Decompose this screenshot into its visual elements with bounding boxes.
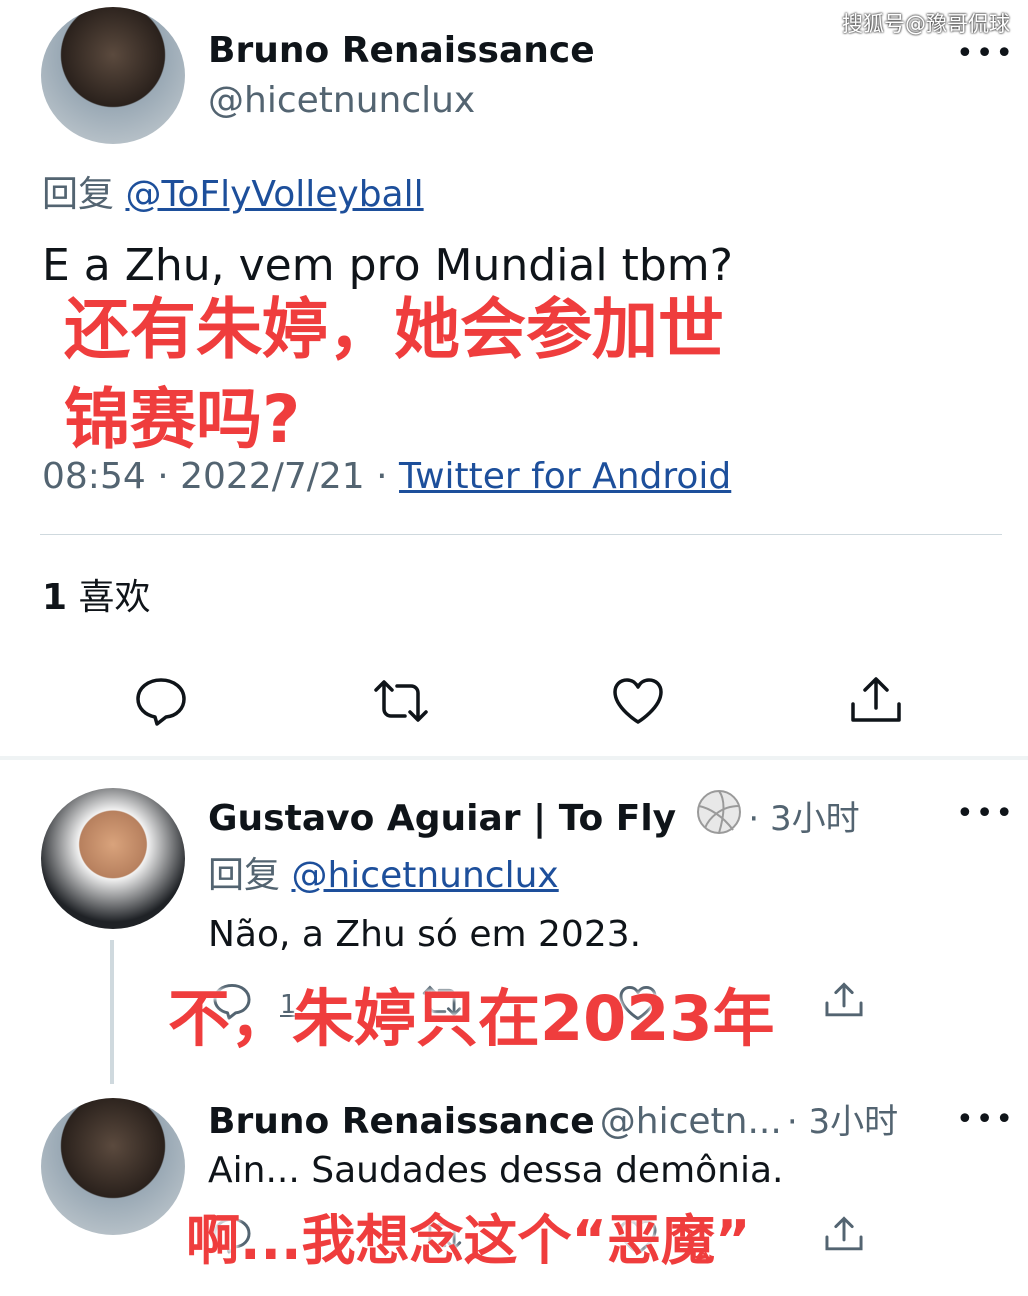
more-options-button[interactable]: ••• [956, 36, 1015, 71]
share-icon[interactable] [849, 674, 903, 726]
divider [40, 534, 1002, 535]
share-icon[interactable] [824, 1214, 864, 1254]
more-options-button[interactable]: ••• [956, 796, 1015, 831]
avatar[interactable] [41, 1098, 185, 1235]
caption-overlay: 啊...我想念这个“恶魔” [186, 1209, 751, 1272]
avatar[interactable] [41, 788, 185, 929]
likes-summary[interactable]: 1 喜欢 [42, 568, 151, 620]
author-handle[interactable]: @hicetnunclux [208, 80, 475, 121]
reply-context: 回复 @ToFlyVolleyball [42, 165, 424, 217]
volleyball-icon [695, 788, 743, 836]
caption-overlay-line2: 锦赛吗? [64, 381, 301, 458]
caption-overlay-line1: 还有朱婷，她会参加世 [64, 291, 724, 368]
reply-time[interactable]: 3小时 [809, 1102, 899, 1142]
more-options-button[interactable]: ••• [956, 1102, 1015, 1137]
reply-prefix: 回复 [208, 855, 281, 896]
reply-to-link[interactable]: @ToFlyVolleyball [125, 174, 423, 215]
watermark: 搜狐号@豫哥侃球 [842, 12, 1010, 36]
reply-to-link[interactable]: @hicetnunclux [291, 855, 558, 896]
retweet-icon[interactable] [370, 678, 432, 724]
likes-label: 喜欢 [78, 577, 151, 618]
likes-count: 1 [42, 577, 68, 618]
reply-icon[interactable] [134, 676, 188, 726]
reply-text: Não, a Zhu só em 2023. [208, 914, 642, 955]
reply-text: Ain... Saudades dessa demônia. [208, 1150, 784, 1191]
thread-line [110, 940, 114, 1084]
author-name[interactable]: Bruno Renaissance [208, 1101, 595, 1142]
reply-header: Bruno Renaissance @hicetn... · 3小时 [208, 1101, 899, 1142]
section-separator [0, 756, 1028, 760]
reply-time[interactable]: 3小时 [770, 799, 860, 839]
reply-prefix: 回复 [42, 174, 115, 215]
tweet-timestamp: 08:54 · 2022/7/21 · Twitter for Android [42, 456, 732, 497]
avatar[interactable] [41, 7, 185, 144]
like-heart-icon[interactable] [611, 676, 665, 726]
author-handle[interactable]: @hicetn... [600, 1101, 782, 1142]
reply-context: 回复 @hicetnunclux [208, 846, 559, 898]
author-name[interactable]: Gustavo Aguiar | To Fly [208, 798, 676, 839]
reply-header: Gustavo Aguiar | To Fly · 3小时 [208, 788, 860, 840]
author-name[interactable]: Bruno Renaissance [208, 30, 595, 71]
share-icon[interactable] [824, 980, 864, 1020]
tweet-source-link[interactable]: Twitter for Android [399, 456, 731, 497]
tweet-time: 08:54 [42, 456, 146, 497]
tweet-date: 2022/7/21 [180, 456, 365, 497]
caption-overlay: 不，朱婷只在2023年 [168, 982, 775, 1055]
